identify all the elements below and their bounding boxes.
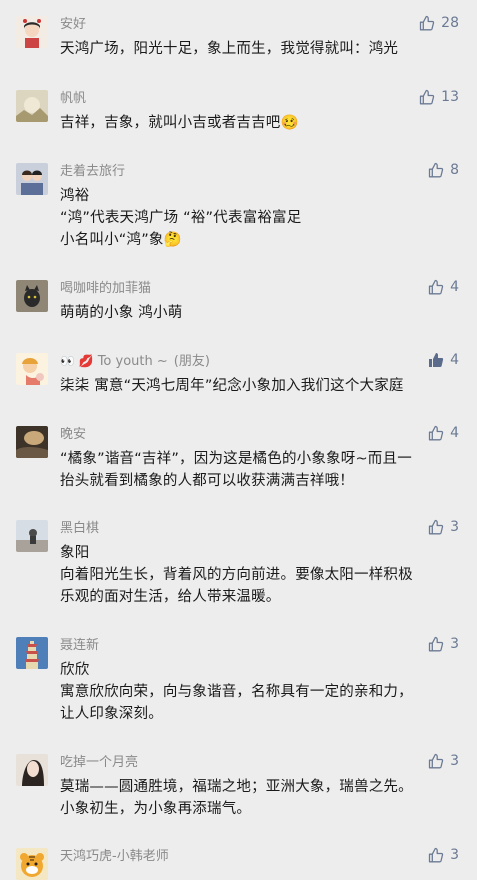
thumbs-up-icon	[428, 162, 450, 178]
girl-avatar-icon[interactable]	[16, 16, 48, 48]
thumbs-up-icon	[428, 425, 450, 441]
commenter-name-text: 帆帆	[60, 91, 87, 106]
like-count: 13	[441, 89, 459, 105]
thumbs-up-icon	[428, 279, 450, 295]
like-count: 4	[450, 279, 459, 295]
comment-text: 莫瑞——圆通胜境，福瑞之地；亚洲大象，瑞兽之先。 小象初生，为小象再添瑞气。	[60, 776, 460, 820]
commenter-name[interactable]: 👀 💋 To youth ~ (朋友)	[60, 353, 210, 370]
like-count: 3	[450, 519, 459, 535]
comment-line: “鸿”代表天鸿广场 “裕”代表富裕富足	[60, 210, 302, 226]
pagoda-avatar-icon[interactable]	[16, 637, 48, 669]
cartoon-avatar-icon[interactable]	[16, 353, 48, 385]
comment-text: 吉祥，吉象，就叫小吉或者吉吉吧🥴	[60, 112, 460, 134]
commenter-name[interactable]: 走着去旅行	[60, 163, 125, 180]
comment-line: 欣欣	[60, 662, 90, 678]
commenter-name[interactable]: 帆帆	[60, 90, 86, 107]
like-button[interactable]: 3	[428, 518, 459, 536]
commenter-name-text: 安好	[60, 17, 87, 32]
commenter-name[interactable]: 晚安	[60, 426, 86, 443]
comment-text: “橘象”谐音“吉祥”，因为这是橘色的小象象呀~而且一 抬头就看到橘象的人都可以收获…	[60, 448, 460, 492]
comment-line: 小名叫小“鸿”象🤔	[60, 232, 182, 248]
thumbs-up-icon	[419, 89, 441, 105]
comment-line: 向着阳光生长，背着风的方向前进。要像太阳一样积极	[60, 567, 413, 583]
comment-line: 寓意欣欣向荣，向与象谐音，名称具有一定的亲和力，	[60, 684, 413, 700]
dark-avatar-icon[interactable]	[16, 426, 48, 458]
comment-text: 萌萌的小象 鸿小萌	[60, 302, 460, 324]
friend-tag: (朋友)	[173, 354, 210, 369]
like-button[interactable]: 3	[428, 846, 459, 864]
commenter-name-text: 走着去旅行	[60, 164, 126, 179]
like-count: 4	[450, 425, 459, 441]
comment-line: 乐观的面对生活，给人带来温暖。	[60, 589, 281, 605]
commenter-name-text: To youth ~	[97, 354, 168, 369]
comment-line: 鸿裕	[60, 188, 90, 204]
like-button[interactable]: 3	[428, 635, 459, 653]
comment-text: 柒柒 寓意“天鸿七周年”纪念小象加入我们这个大家庭	[60, 375, 460, 397]
comment-text: 象阳向着阳光生长，背着风的方向前进。要像太阳一样积极 乐观的面对生活，给人带来温暖…	[60, 542, 460, 608]
like-button[interactable]: 8	[428, 161, 459, 179]
commenter-name[interactable]: 聂连新	[60, 637, 99, 654]
like-count: 3	[450, 847, 459, 863]
commenter-name-text: 喝咖啡的加菲猫	[60, 281, 152, 296]
comment-line: 抬头就看到橘象的人都可以收获满满吉祥哦！	[60, 473, 354, 489]
comment-line: 吉祥，吉象，就叫小吉或者吉吉吧🥴	[60, 115, 299, 131]
name-emoji: 👀 💋	[60, 354, 94, 368]
thumbs-up-icon	[428, 753, 450, 769]
like-button[interactable]: 4	[428, 424, 459, 442]
commenter-name-text: 吃掉一个月亮	[60, 755, 139, 770]
like-count: 4	[450, 352, 459, 368]
thumbs-up-icon	[428, 519, 450, 535]
commenter-name-text: 聂连新	[60, 638, 100, 653]
commenter-name-text: 黑白棋	[60, 521, 100, 536]
comment-text: 鸿裕 “鸿”代表天鸿广场 “裕”代表富裕富足 小名叫小“鸿”象🤔	[60, 185, 460, 251]
commenter-name[interactable]: 喝咖啡的加菲猫	[60, 280, 151, 297]
like-button[interactable]: 3	[428, 752, 459, 770]
couple-avatar-icon[interactable]	[16, 163, 48, 195]
commenter-name[interactable]: 吃掉一个月亮	[60, 754, 138, 771]
commenter-name[interactable]: 安好	[60, 16, 86, 33]
comment-line: 象阳	[60, 545, 90, 561]
commenter-name[interactable]: 黑白棋	[60, 520, 99, 537]
like-count: 3	[450, 753, 459, 769]
commenter-name[interactable]: 天鸿巧虎-小韩老师	[60, 848, 169, 865]
tiger-avatar-icon[interactable]	[16, 848, 48, 880]
like-button[interactable]: 28	[419, 14, 459, 32]
like-button[interactable]: 4	[428, 278, 459, 296]
landscape-avatar-icon[interactable]	[16, 90, 48, 122]
commenter-name-text: 天鸿巧虎-小韩老师	[60, 849, 169, 864]
like-count: 3	[450, 636, 459, 652]
comment-line: 萌萌的小象 鸿小萌	[60, 305, 183, 321]
comment-line: 柒柒 寓意“天鸿七周年”纪念小象加入我们这个大家庭	[60, 378, 404, 394]
cat-avatar-icon[interactable]	[16, 280, 48, 312]
commenter-name-text: 晚安	[60, 427, 87, 442]
comment-line: 莫瑞——圆通胜境，福瑞之地；亚洲大象，瑞兽之先。	[60, 779, 413, 795]
like-count: 28	[441, 15, 459, 31]
woman-avatar-icon[interactable]	[16, 754, 48, 786]
thumbs-up-icon	[428, 636, 450, 652]
like-button[interactable]: 4	[428, 351, 459, 369]
comment-line: “橘象”谐音“吉祥”，因为这是橘色的小象象呀~而且一	[60, 451, 412, 467]
like-count: 8	[450, 162, 459, 178]
thumbs-up-icon	[428, 352, 450, 368]
like-button[interactable]: 13	[419, 88, 459, 106]
comment-text: 天鸿广场，阳光十足，象上而生，我觉得就叫：鸿光	[60, 38, 460, 60]
comment-line: 小象初生，为小象再添瑞气。	[60, 801, 252, 817]
comment-line: 让人印象深刻。	[60, 706, 163, 722]
thumbs-up-icon	[419, 15, 441, 31]
comment-text: 欣欣寓意欣欣向荣，向与象谐音，名称具有一定的亲和力， 让人印象深刻。	[60, 659, 460, 725]
comment-line: 天鸿广场，阳光十足，象上而生，我觉得就叫：鸿光	[60, 41, 399, 57]
sky-avatar-icon[interactable]	[16, 520, 48, 552]
thumbs-up-icon	[428, 847, 450, 863]
